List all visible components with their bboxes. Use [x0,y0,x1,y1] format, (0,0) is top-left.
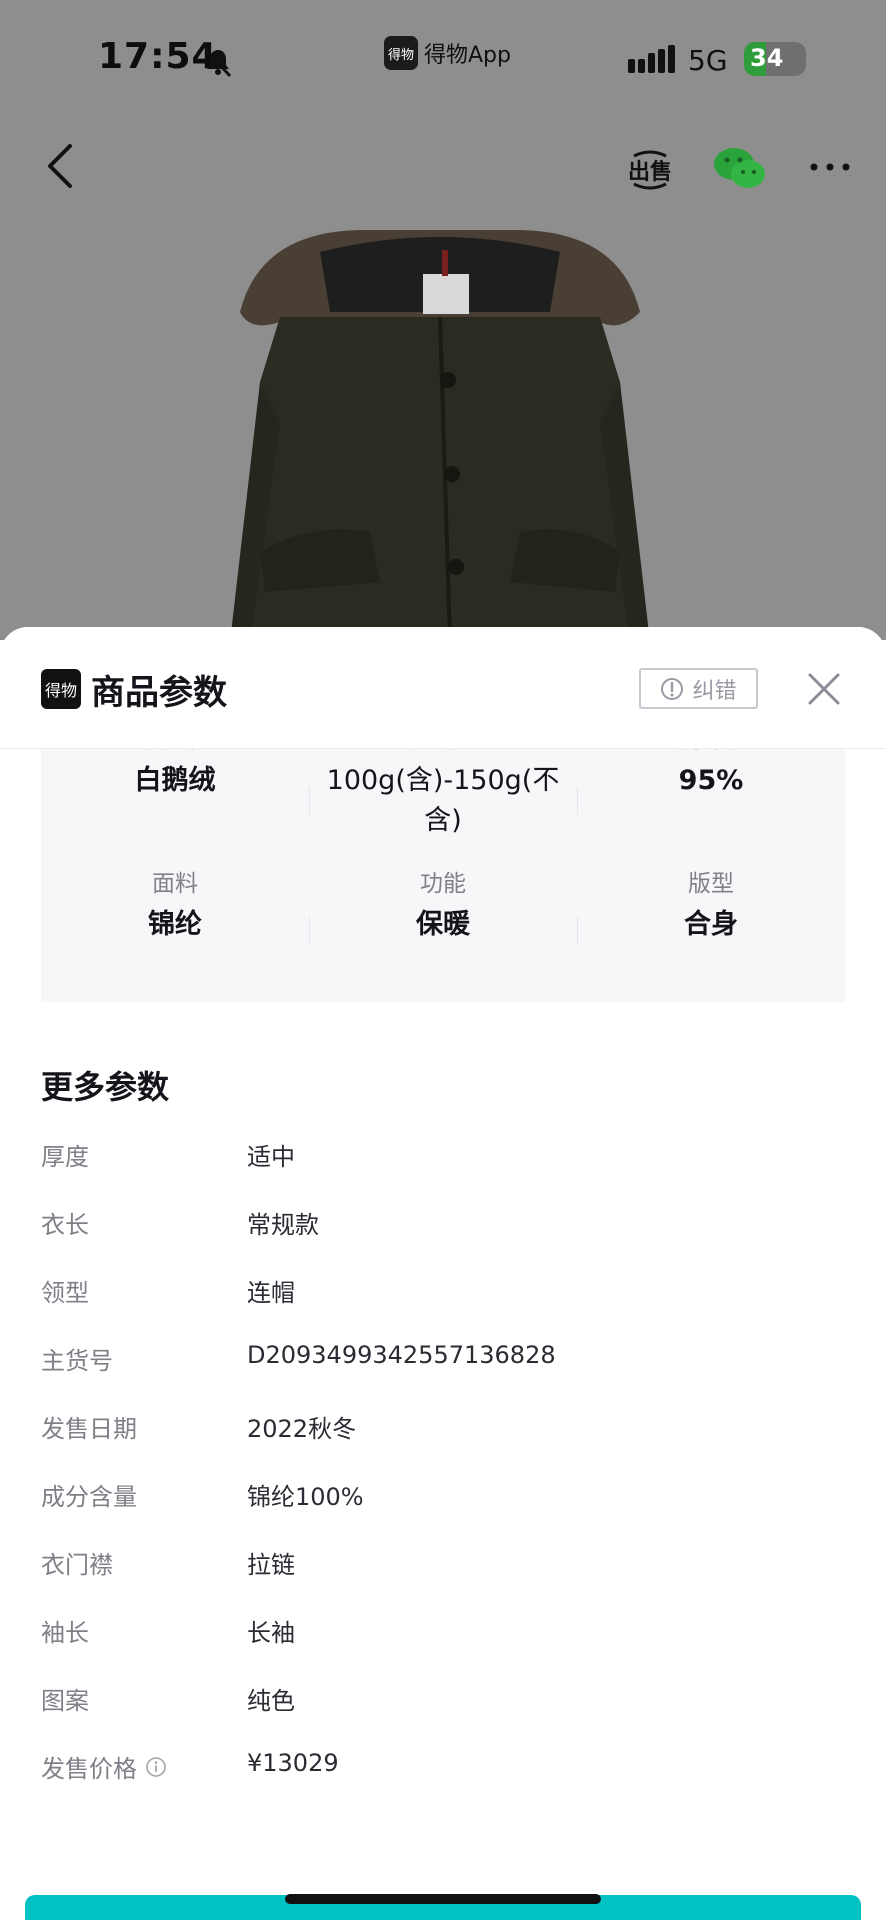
app-indicator: 得物 得物App [384,36,511,70]
key-param-value: 100g(含)-150g(不含) [326,765,560,836]
param-value: 纯色 [247,1687,295,1715]
key-param-label: 版型 [688,871,734,897]
param-row: 成分含量 锦纶100% [41,1467,845,1535]
key-param-value: 95% [678,765,744,796]
more-params-list: 厚度 适中 衣长 常规款 领型 连帽 主货号 D2093499342557136… [41,1127,845,1807]
alert-circle-icon [661,677,684,700]
param-label: 主货号 [41,1347,113,1375]
sell-button[interactable]: 出售 [626,146,674,194]
param-row: 袖长 长袖 [41,1603,845,1671]
product-params-sheet: 得物 商品参数 纠错 填充物 白鹅绒 充绒量 100g(含)-150g(不含) … [0,627,886,1920]
mute-bell-icon [204,48,232,78]
param-row: 图案 纯色 [41,1671,845,1739]
battery-icon: 34 [744,42,806,76]
status-bar: 17:54 得物 得物App 5G 34 [0,0,886,120]
param-label: 图案 [41,1687,89,1715]
param-label: 衣门襟 [41,1551,113,1579]
wechat-icon[interactable] [712,144,768,194]
divider [577,917,578,945]
param-label-wrap: 发售价格 [41,1749,167,1784]
param-value: 2022秋冬 [247,1415,357,1443]
param-value: 长袖 [247,1619,295,1647]
signal-icon [628,45,675,73]
param-row: 领型 连帽 [41,1263,845,1331]
home-indicator [285,1894,601,1904]
param-value: 锦纶100% [247,1483,364,1511]
dewu-logo-icon: 得物 [41,669,81,709]
product-image [230,230,650,640]
key-param-label: 功能 [420,871,466,897]
sheet-title: 商品参数 [91,673,227,713]
param-value: 常规款 [247,1211,319,1239]
divider [309,917,310,945]
info-icon[interactable] [145,1756,167,1778]
app-name: 得物App [424,43,511,68]
param-value: ¥13029 [247,1749,339,1777]
param-label: 领型 [41,1279,89,1307]
key-param-value: 锦纶 [148,909,202,940]
param-label: 袖长 [41,1619,89,1647]
param-label: 发售价格 [41,1755,137,1783]
param-row: 厚度 适中 [41,1127,845,1195]
key-param-label: 面料 [152,871,198,897]
report-error-button[interactable]: 纠错 [639,668,758,709]
network-type: 5G [688,44,728,77]
param-row: 衣长 常规款 [41,1195,845,1263]
param-label: 发售日期 [41,1415,137,1443]
param-label: 成分含量 [41,1483,137,1511]
app-logo-icon: 得物 [384,36,418,70]
param-row: 主货号 D2093499342557136828 [41,1331,845,1399]
close-icon[interactable] [806,671,842,707]
param-value: 拉链 [247,1551,295,1579]
param-value: D2093499342557136828 [247,1341,556,1369]
product-page-background: 17:54 得物 得物App 5G 34 出售 [0,0,886,640]
param-value: 适中 [247,1143,295,1171]
more-params-title: 更多参数 [41,1068,170,1106]
divider [309,787,310,815]
param-label: 衣长 [41,1211,89,1239]
key-param-item: 面料 锦纶 [41,869,309,945]
param-row: 发售价格 ¥13029 [41,1739,845,1807]
param-row: 衣门襟 拉链 [41,1535,845,1603]
key-param-value: 白鹅绒 [134,765,216,796]
sheet-header: 得物 商品参数 纠错 [0,627,886,749]
param-value: 连帽 [247,1279,295,1307]
divider [577,787,578,815]
key-param-item: 功能 保暖 [309,869,577,945]
key-param-value: 保暖 [416,909,470,940]
param-row: 发售日期 2022秋冬 [41,1399,845,1467]
report-error-label: 纠错 [692,678,737,704]
key-params-grid: 填充物 白鹅绒 充绒量 100g(含)-150g(不含) 绒子含量 95% 面料… [41,727,845,1002]
more-icon[interactable] [808,160,852,174]
back-arrow-icon[interactable] [38,140,82,192]
key-param-item: 版型 合身 [577,869,845,945]
key-param-value: 合身 [684,909,738,940]
battery-level: 34 [750,44,784,72]
param-label: 厚度 [41,1143,89,1171]
sell-icon [633,150,667,190]
